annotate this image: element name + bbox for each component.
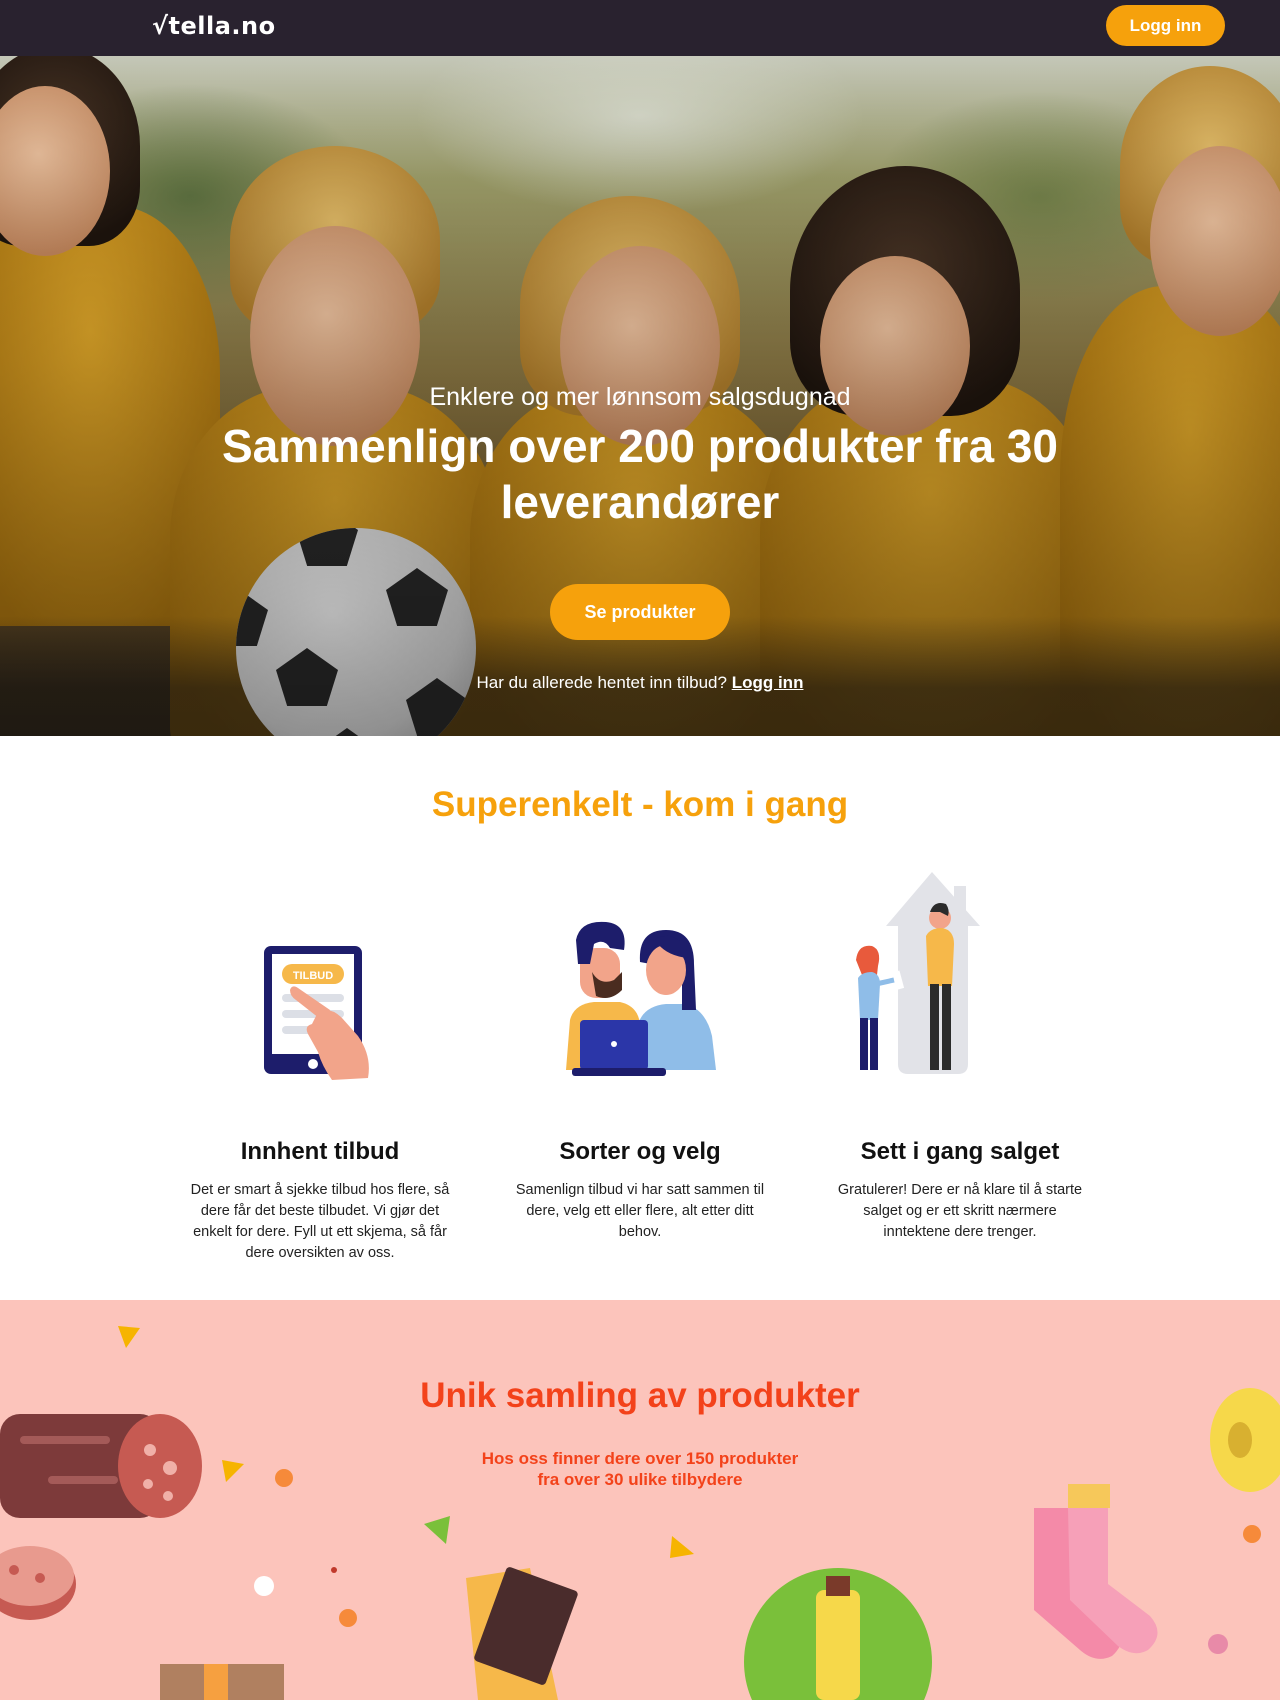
tilbud-badge-text: TILBUD [293, 970, 333, 982]
step-heading: Sorter og velg [559, 1138, 721, 1165]
step-heading: Sett i gang salget [860, 1138, 1060, 1165]
products-section: Unik samling av produkter Hos oss finner… [0, 1300, 1280, 1700]
people-laptop-illustration [510, 860, 770, 1090]
products-subtitle: Hos oss finner dere over 150 produkter f… [0, 1448, 1280, 1490]
step-description: Samenlign tilbud vi har satt sammen til … [515, 1182, 765, 1240]
hero-login-prompt: Har du allerede hentet inn tilbud? Logg … [0, 673, 1280, 693]
tablet-offer-illustration: TILBUD [190, 860, 450, 1090]
products-subtitle-line: Hos oss finner dere over 150 produkter [481, 1449, 799, 1468]
steps-title: Superenkelt - kom i gang [431, 785, 849, 824]
hero-title: Sammenlign over 200 produkter fra 30 lev… [222, 420, 1058, 528]
step-get-offers: TILBUD Innhent tilbud Det er smart å sje… [190, 860, 450, 1264]
step-sort-choose: Sorter og velg Samenlign tilbud vi har s… [510, 860, 770, 1243]
login-prompt-text: Har du allerede hentet inn tilbud? [476, 673, 727, 692]
products-subtitle-line: fra over 30 ulike tilbydere [537, 1470, 743, 1489]
top-navigation-bar: √tella.no Logg inn [0, 0, 1280, 56]
products-decoration [0, 1326, 1280, 1700]
hero-subtitle: Enklere og mer lønnsom salgsdugnad [429, 383, 851, 411]
products-title: Unik samling av produkter [420, 1376, 860, 1415]
hero-section: Enklere og mer lønnsom salgsdugnad Samme… [0, 56, 1280, 736]
step-start-sale: Sett i gang salget Gratulerer! Dere er n… [830, 860, 1090, 1243]
hero-login-link[interactable]: Logg inn [732, 673, 804, 692]
step-description: Det er smart å sjekke tilbud hos flere, … [190, 1182, 450, 1261]
step-description: Gratulerer! Dere er nå klare til å start… [837, 1182, 1083, 1240]
house-people-illustration [830, 860, 1090, 1090]
site-logo[interactable]: √tella.no [152, 12, 276, 40]
header-login-button[interactable]: Logg inn [1106, 5, 1225, 46]
step-heading: Innhent tilbud [240, 1138, 400, 1165]
see-products-button[interactable]: Se produkter [550, 584, 730, 640]
